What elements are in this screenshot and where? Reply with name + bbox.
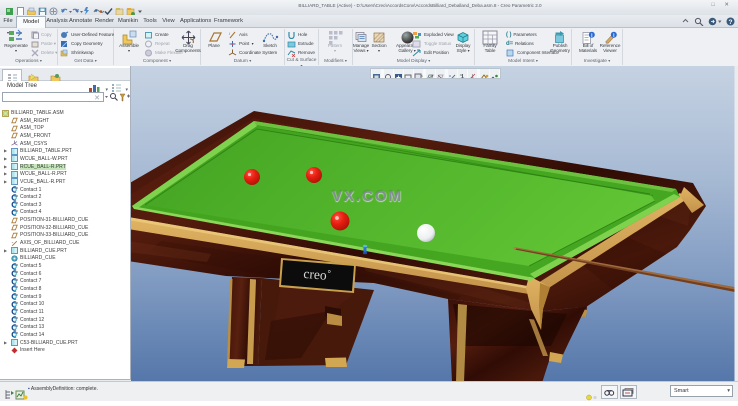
svg-text:R: R	[16, 278, 18, 282]
svg-text:R: R	[16, 286, 18, 290]
svg-text:/: /	[229, 31, 231, 36]
svg-text:R: R	[16, 324, 18, 328]
svg-text:R: R	[16, 186, 18, 190]
svg-text:R: R	[16, 301, 18, 305]
svg-text:R: R	[16, 209, 18, 213]
svg-text:R: R	[16, 293, 18, 297]
svg-text:R: R	[16, 263, 18, 267]
svg-text:R: R	[16, 194, 18, 198]
svg-text:creo˚: creo˚	[303, 266, 332, 283]
svg-text:R: R	[16, 270, 18, 274]
svg-text:R: R	[16, 332, 18, 336]
svg-text:R: R	[16, 201, 18, 205]
svg-text:?: ?	[729, 19, 733, 26]
svg-text:R: R	[16, 309, 18, 313]
svg-text:R: R	[16, 316, 18, 320]
